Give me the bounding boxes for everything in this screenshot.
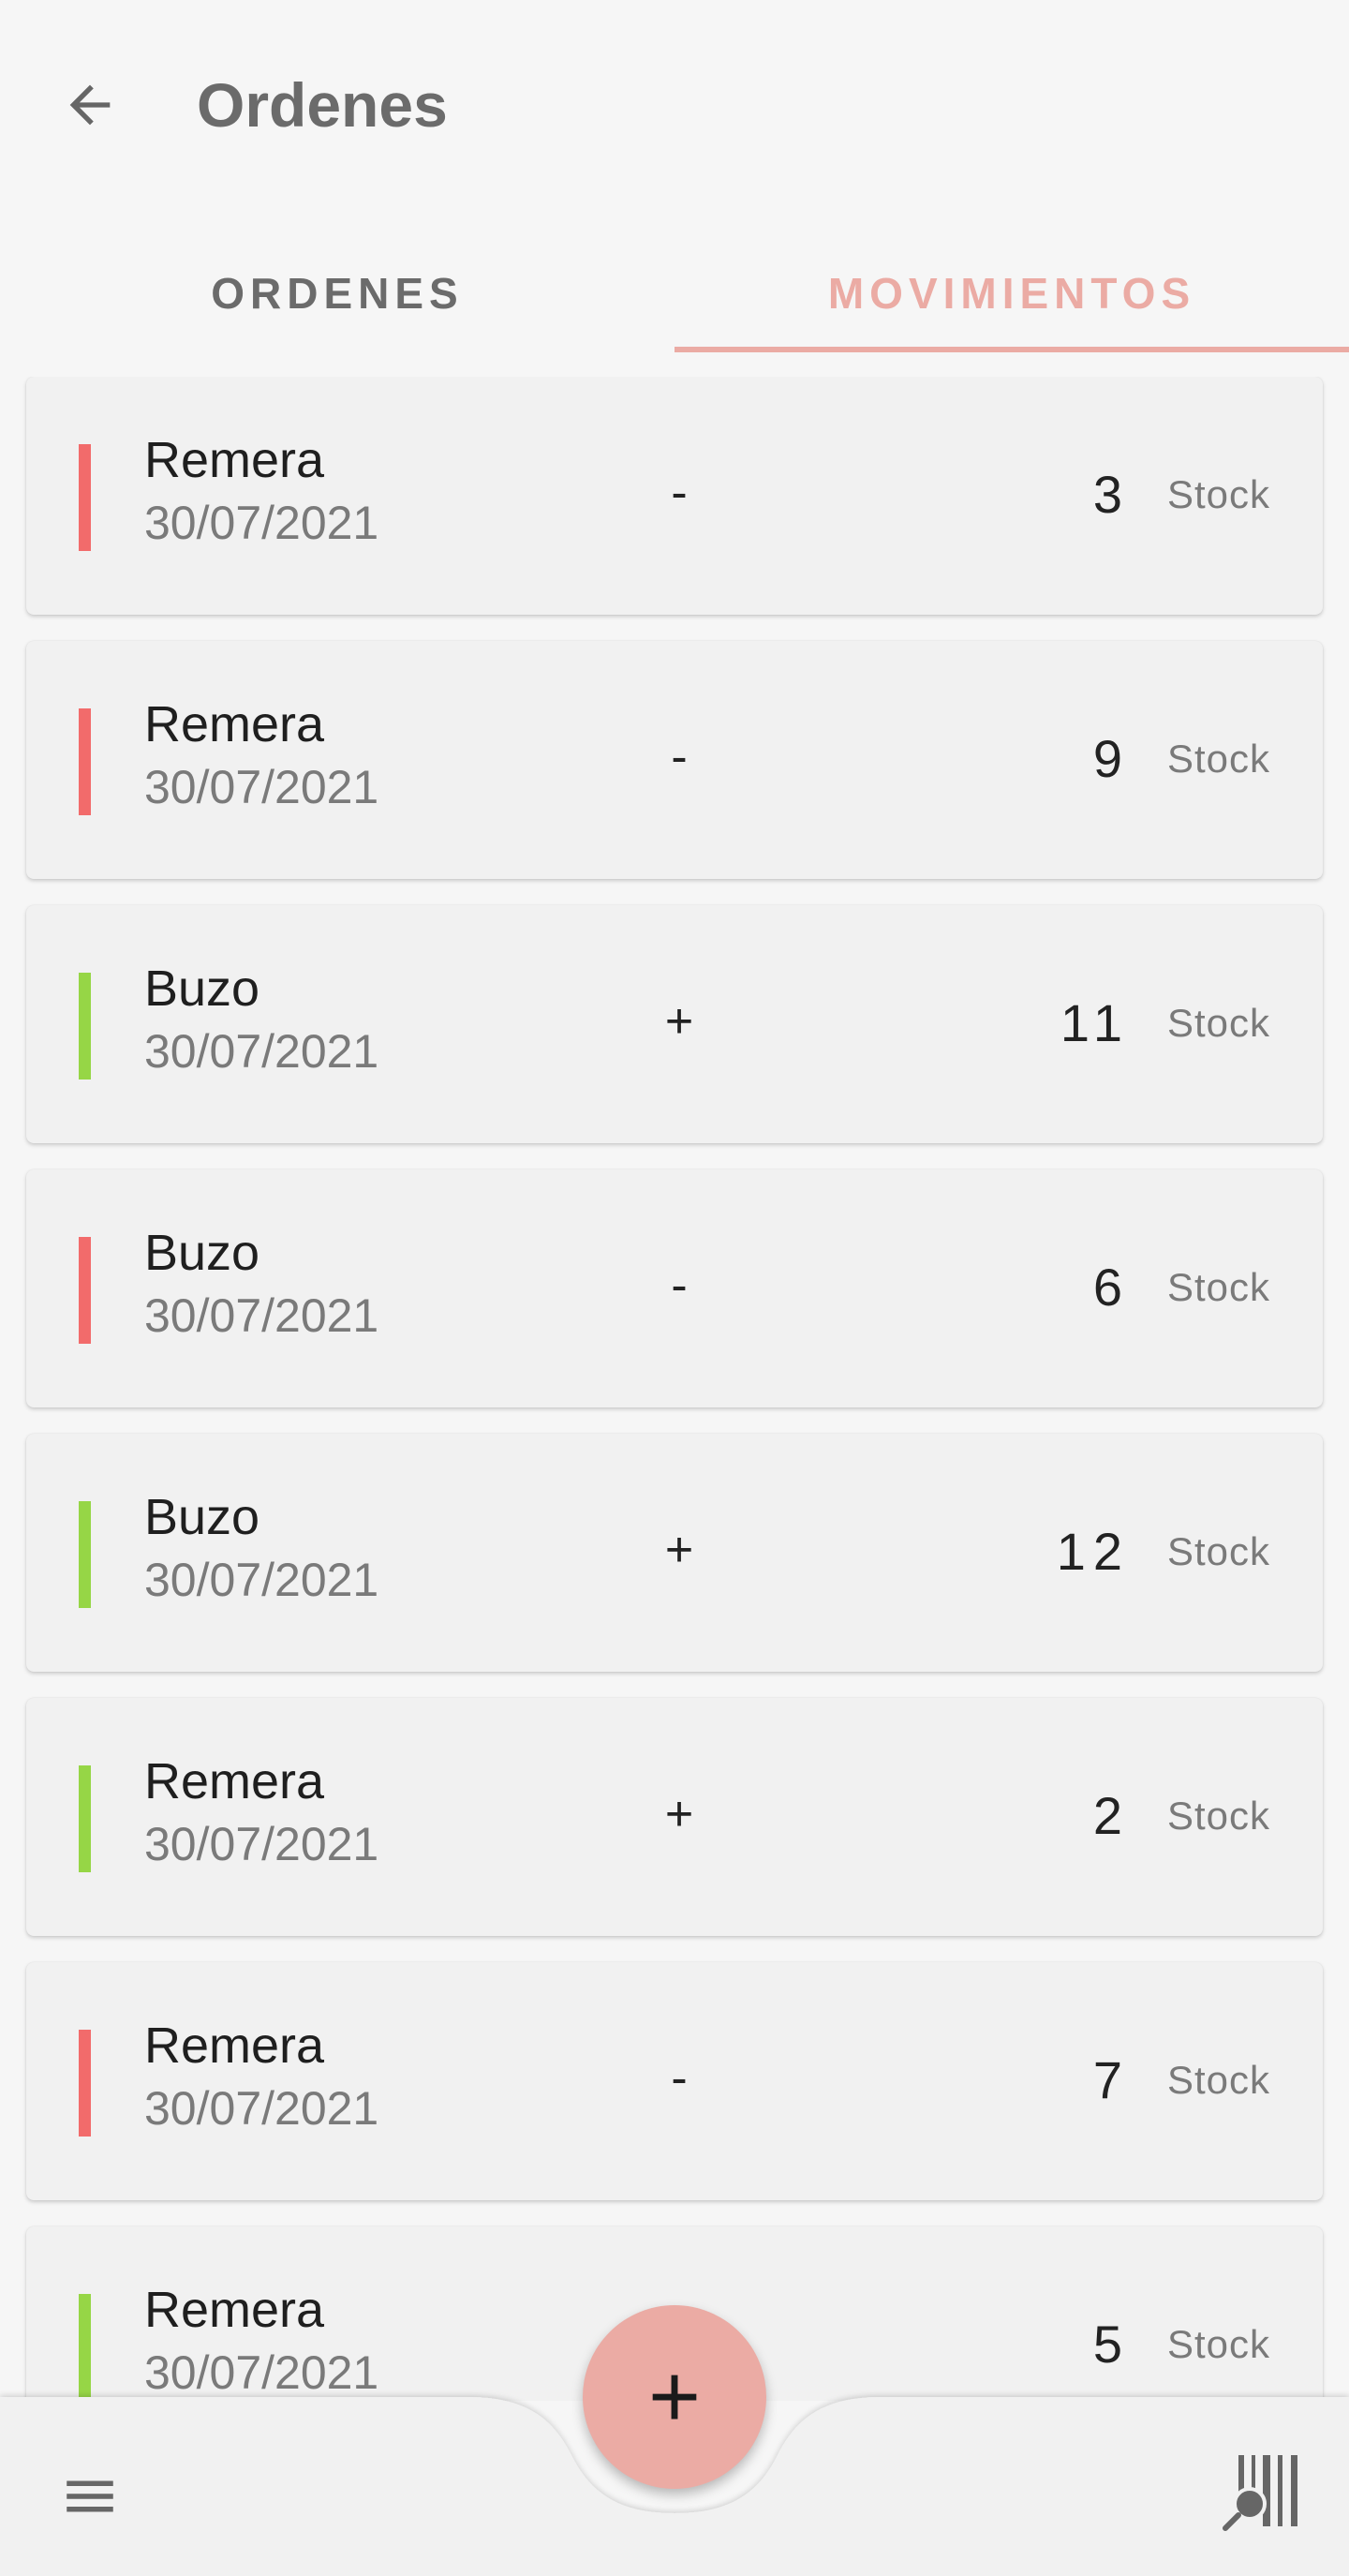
movement-sign: -	[671, 466, 688, 520]
direction-bar	[79, 1237, 91, 1344]
product-name: Remera	[144, 2018, 325, 2074]
direction-bar	[79, 1765, 91, 1872]
tab-movimientos[interactable]: MOVIMIENTOS	[674, 234, 1349, 352]
movement-card[interactable]: Buzo 30/07/2021 - 6 Stock	[26, 1169, 1323, 1407]
movement-sign: +	[664, 1787, 694, 1841]
hamburger-menu-icon	[67, 2480, 113, 2512]
add-movement-fab[interactable]: +	[583, 2305, 766, 2489]
movement-sign: +	[664, 1523, 694, 1577]
app-bar: Ordenes	[0, 0, 1349, 212]
movement-quantity: 7	[1092, 2050, 1130, 2109]
product-name: Remera	[144, 2282, 325, 2338]
product-name: Remera	[144, 432, 325, 488]
plus-icon: +	[647, 2346, 702, 2447]
quantity-unit: Stock	[1166, 472, 1270, 516]
arrow-left-icon	[69, 84, 111, 126]
menu-button[interactable]	[52, 2459, 127, 2534]
direction-bar	[79, 444, 91, 551]
product-name: Remera	[144, 1753, 325, 1809]
tab-indicator	[674, 347, 1349, 352]
movement-sign: -	[671, 730, 688, 784]
product-name: Buzo	[144, 960, 260, 1017]
barcode-scan-icon	[1223, 2455, 1297, 2531]
movement-card[interactable]: Remera 30/07/2021 - 7 Stock	[26, 1962, 1323, 2200]
product-name: Buzo	[144, 1225, 260, 1281]
movement-quantity: 3	[1092, 465, 1130, 524]
movement-card[interactable]: Remera 30/07/2021 - 3 Stock	[26, 377, 1323, 615]
barcode-scan-button[interactable]	[1218, 2448, 1312, 2541]
product-name: Buzo	[144, 1489, 260, 1545]
quantity-unit: Stock	[1166, 2322, 1270, 2366]
direction-bar	[79, 708, 91, 815]
quantity-unit: Stock	[1166, 1001, 1270, 1045]
direction-bar	[79, 973, 91, 1080]
product-name: Remera	[144, 696, 325, 752]
movement-date: 30/07/2021	[144, 1289, 379, 1342]
tab-ordenes[interactable]: ORDENES	[0, 234, 674, 352]
movement-card[interactable]: Buzo 30/07/2021 + 11 Stock	[26, 905, 1323, 1143]
movement-date: 30/07/2021	[144, 497, 379, 549]
movement-sign: -	[671, 1258, 688, 1313]
quantity-unit: Stock	[1166, 1794, 1270, 1838]
direction-bar	[79, 1501, 91, 1608]
movement-date: 30/07/2021	[144, 2082, 379, 2135]
direction-bar	[79, 2030, 91, 2137]
quantity-unit: Stock	[1166, 1265, 1270, 1309]
movement-card[interactable]: Buzo 30/07/2021 + 12 Stock	[26, 1434, 1323, 1672]
movement-quantity: 2	[1092, 1786, 1130, 1845]
quantity-unit: Stock	[1166, 2058, 1270, 2102]
movement-quantity: 9	[1092, 729, 1130, 788]
movement-date: 30/07/2021	[144, 1554, 379, 1606]
back-button[interactable]	[52, 67, 127, 142]
movement-quantity: 5	[1092, 2315, 1130, 2374]
quantity-unit: Stock	[1166, 1529, 1270, 1573]
movements-list: Remera 30/07/2021 - 3 Stock Remera 30/07…	[0, 377, 1349, 2401]
movement-sign: -	[671, 2051, 688, 2106]
movement-card[interactable]: Remera 30/07/2021 - 9 Stock	[26, 641, 1323, 879]
movement-card[interactable]: Remera 30/07/2021 + 2 Stock	[26, 1698, 1323, 1936]
movement-quantity: 11	[1060, 993, 1130, 1052]
movement-date: 30/07/2021	[144, 761, 379, 813]
movement-quantity: 6	[1092, 1258, 1130, 1317]
page-title: Ordenes	[197, 70, 448, 140]
movement-quantity: 12	[1056, 1522, 1130, 1581]
movement-date: 30/07/2021	[144, 1818, 379, 1870]
tab-bar: ORDENES MOVIMIENTOS	[0, 234, 1349, 352]
movement-sign: +	[664, 994, 694, 1049]
movement-date: 30/07/2021	[144, 1025, 379, 1078]
quantity-unit: Stock	[1166, 737, 1270, 781]
